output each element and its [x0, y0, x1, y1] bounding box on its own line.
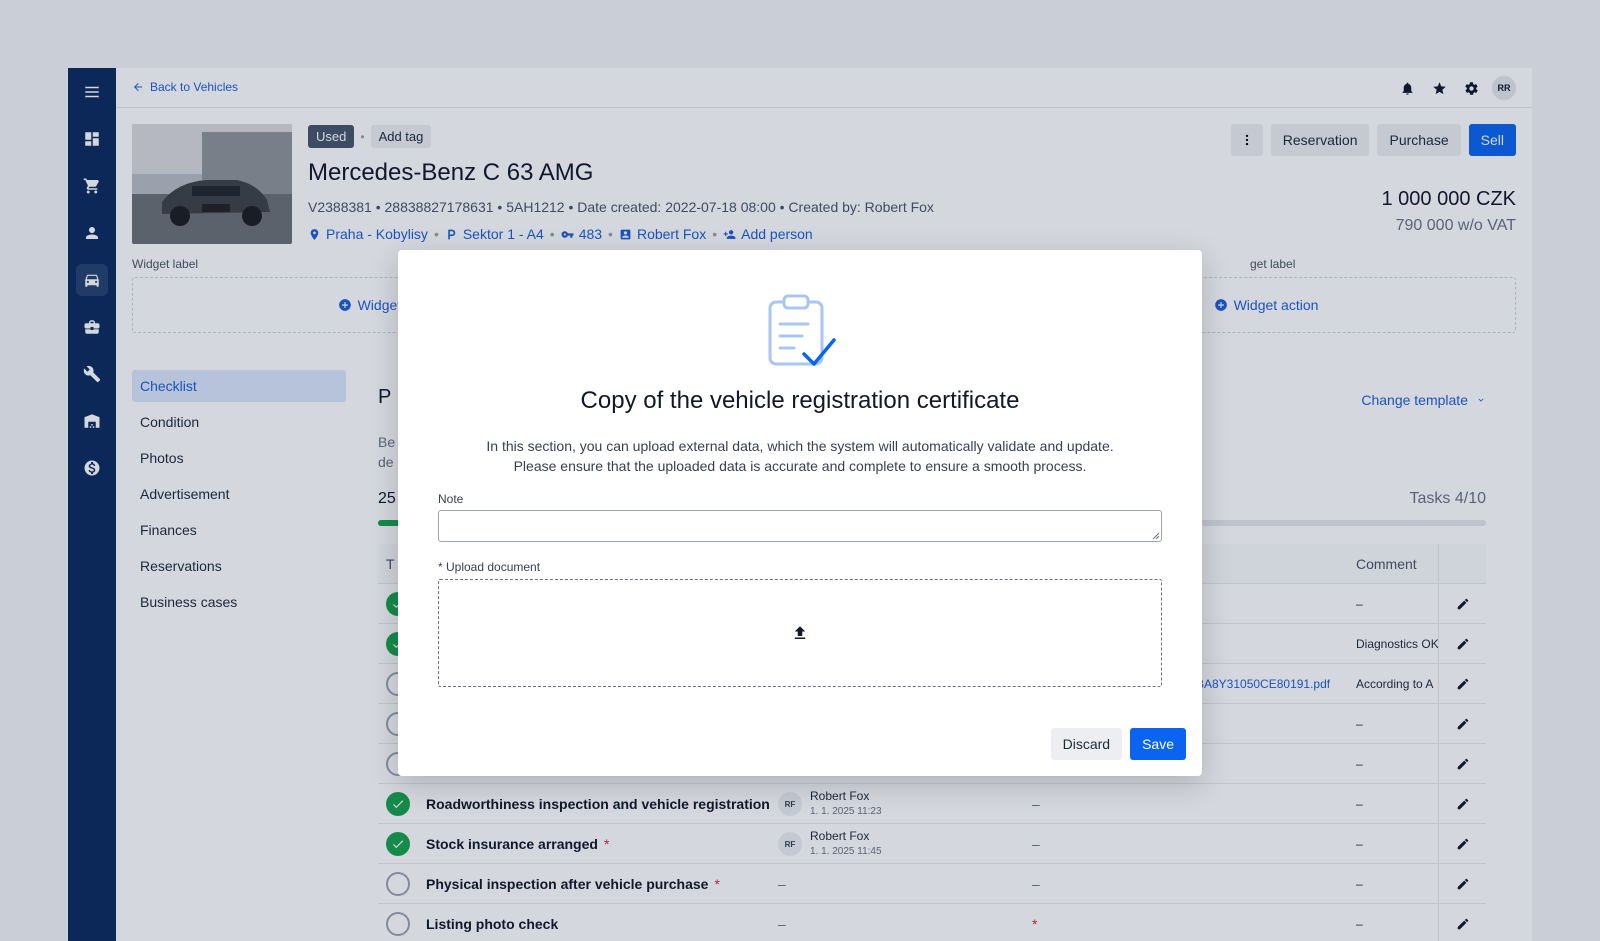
modal-description: In this section, you can upload external… [438, 436, 1162, 476]
note-label: Note [438, 492, 464, 506]
modal-desc-line-1: In this section, you can upload external… [486, 438, 1114, 454]
resize-handle-icon[interactable] [1152, 532, 1160, 540]
modal-actions: Discard Save [1050, 728, 1186, 760]
save-button[interactable]: Save [1130, 728, 1186, 760]
modal-title: Copy of the vehicle registration certifi… [580, 387, 1020, 414]
clipboard-check-icon [768, 294, 836, 366]
upload-dropzone[interactable] [438, 579, 1162, 687]
modal-desc-line-2: Please ensure that the uploaded data is … [513, 458, 1087, 474]
upload-icon [794, 626, 806, 639]
discard-button[interactable]: Discard [1050, 728, 1123, 760]
upload-label: * Upload document [438, 560, 541, 574]
note-input[interactable] [438, 510, 1162, 542]
upload-modal: Copy of the vehicle registration certifi… [398, 250, 1202, 776]
